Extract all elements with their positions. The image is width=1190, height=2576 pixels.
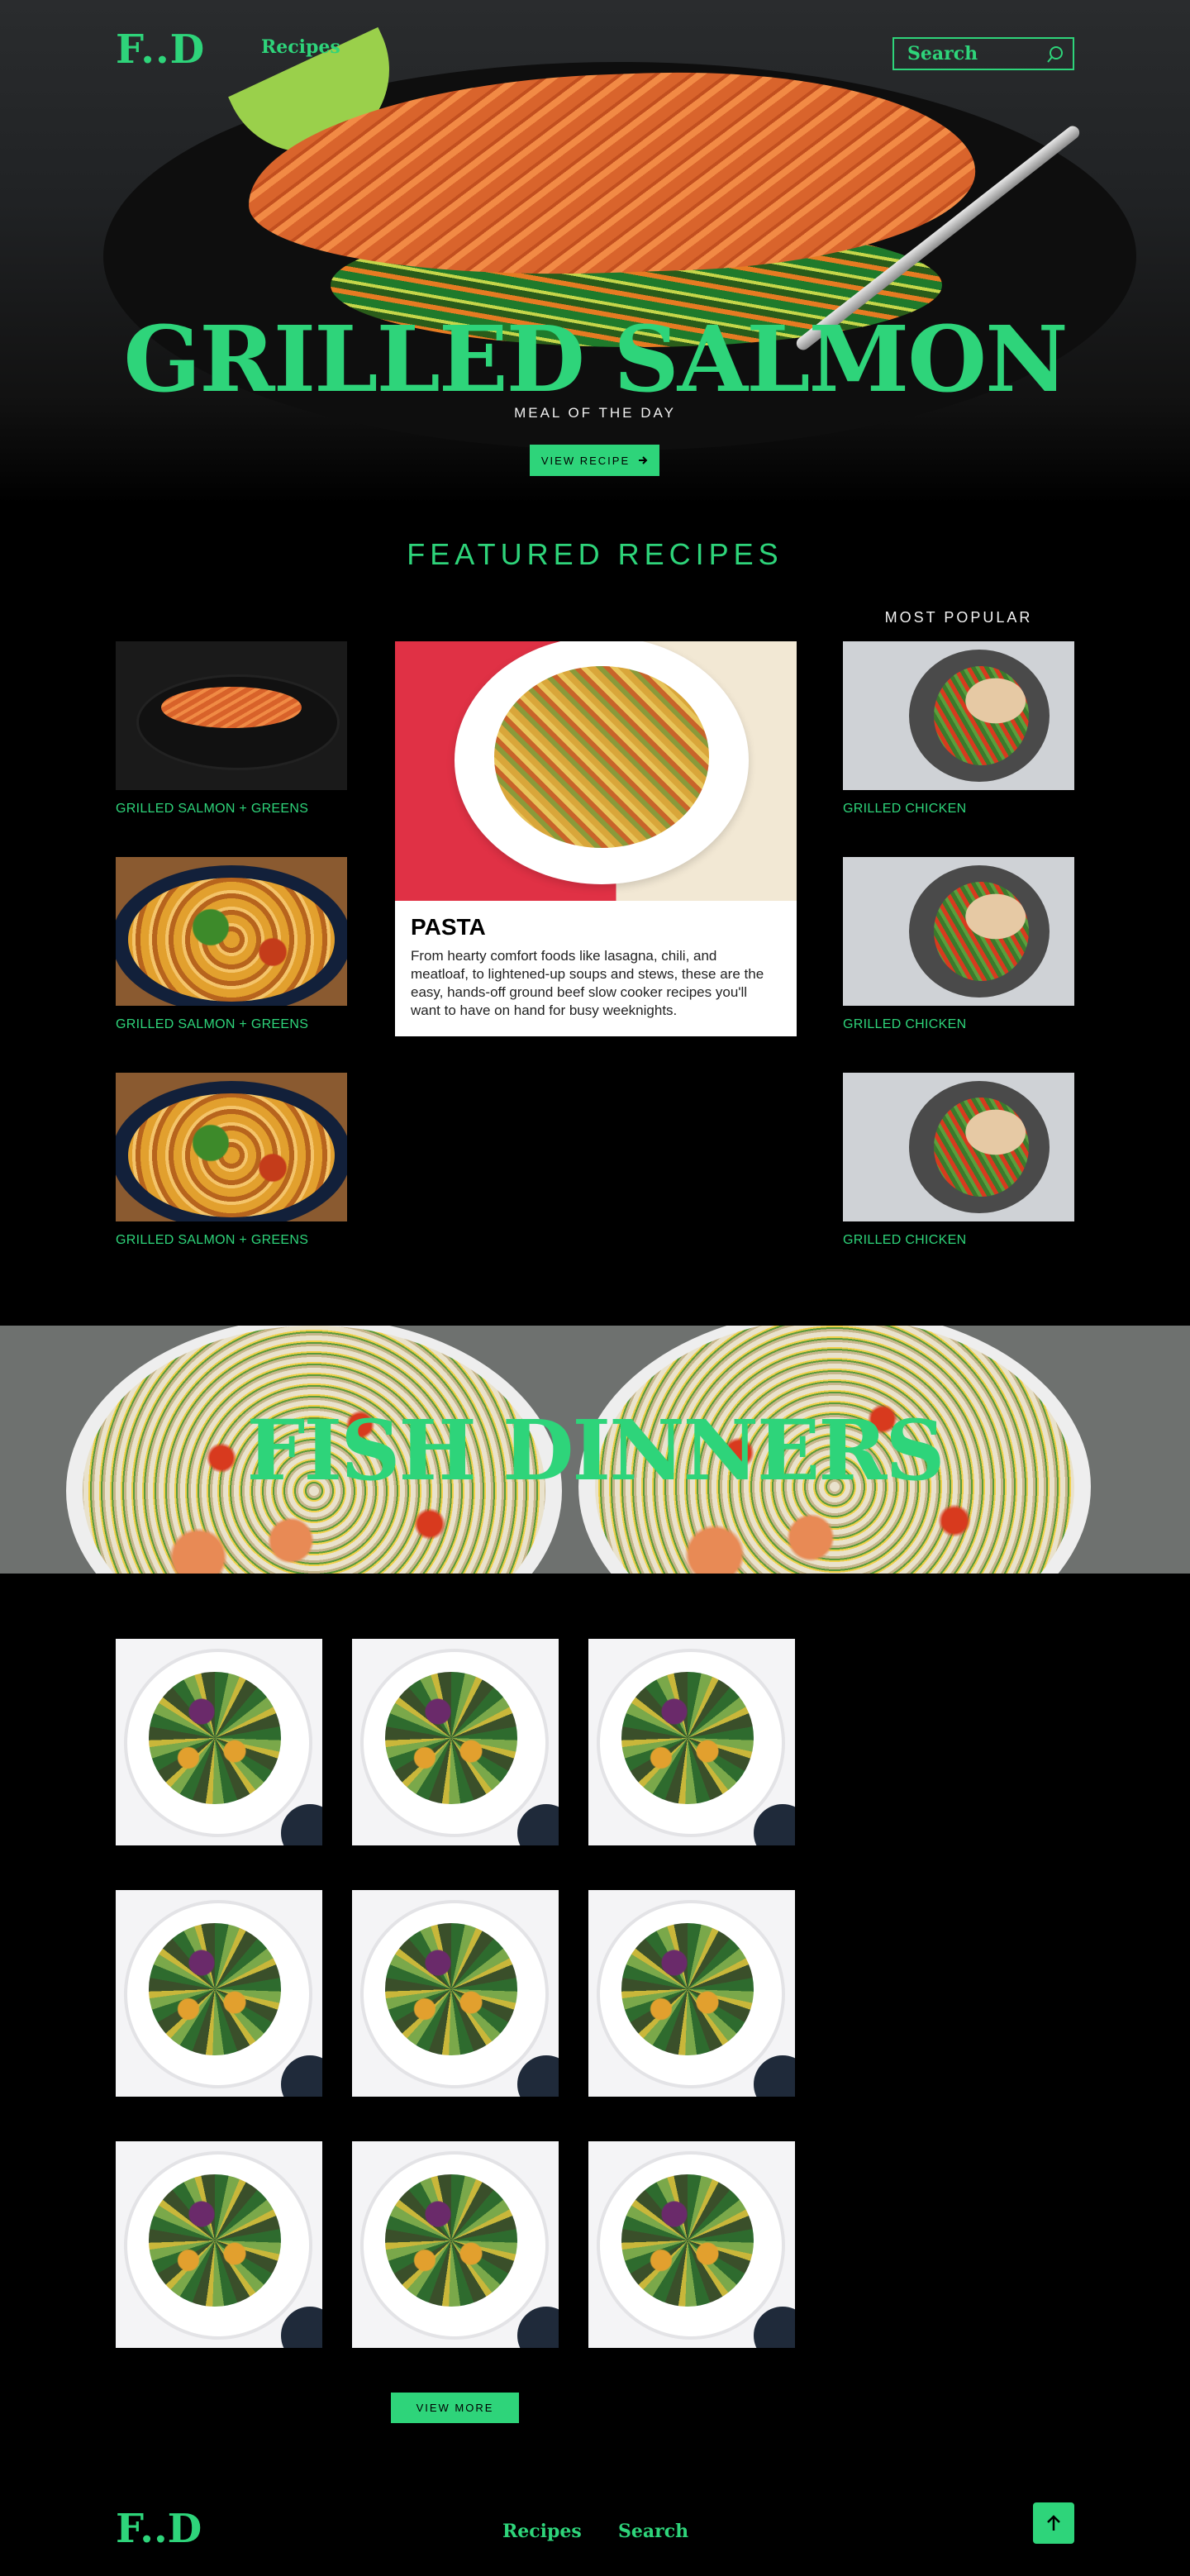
popular-card-label: GRILLED CHICKEN: [843, 802, 967, 816]
site-logo[interactable]: F..D: [116, 25, 205, 74]
view-recipe-label: VIEW RECIPE: [540, 454, 631, 467]
fish-recipe-tile[interactable]: [588, 1890, 795, 2097]
fish-recipe-tile[interactable]: [116, 2141, 322, 2348]
popular-card-label: GRILLED CHICKEN: [843, 1233, 967, 1247]
popular-card-label: GRILLED CHICKEN: [843, 1017, 967, 1031]
featured-recipe-card[interactable]: PASTA From hearty comfort foods like las…: [395, 641, 797, 1036]
arrow-right-icon: [639, 456, 648, 464]
pasta-image: [395, 641, 797, 901]
fish-recipe-tile[interactable]: [352, 1639, 559, 1845]
fish-recipe-tile[interactable]: [352, 1890, 559, 2097]
popular-thumbnail: [843, 857, 1074, 1006]
hero-subtitle: MEAL OF THE DAY: [514, 405, 676, 421]
popular-thumbnail: [843, 641, 1074, 790]
search-input[interactable]: [894, 39, 1043, 69]
back-to-top-button[interactable]: [1033, 2502, 1074, 2544]
featured-recipe-title: PASTA: [411, 914, 486, 940]
fish-recipe-tile[interactable]: [588, 1639, 795, 1845]
view-recipe-button[interactable]: VIEW RECIPE: [530, 445, 659, 476]
recipe-thumbnail: [116, 857, 347, 1006]
arrow-up-icon: [1047, 2515, 1060, 2531]
footer-link-recipes[interactable]: Recipes: [502, 2521, 582, 2542]
fish-recipe-tile[interactable]: [352, 2141, 559, 2348]
recipe-card[interactable]: GRILLED SALMON + GREENS: [116, 1073, 347, 1248]
featured-recipe-description: From hearty comfort foods like lasagna, …: [411, 948, 764, 1018]
featured-recipes-title: FEATURED RECIPES: [407, 537, 783, 571]
fish-recipe-tile[interactable]: [116, 1890, 322, 2097]
footer-logo[interactable]: F..D: [116, 2504, 202, 2554]
recipe-thumbnail: [116, 641, 347, 790]
popular-thumbnail: [843, 1073, 1074, 1221]
fish-dinners-title: FISH DINNERS: [246, 1402, 945, 1499]
recipe-card[interactable]: GRILLED SALMON + GREENS: [116, 857, 347, 1032]
recipe-card-label: GRILLED SALMON + GREENS: [116, 1017, 309, 1031]
search-icon[interactable]: [1046, 45, 1064, 64]
hero-title: GRILLED SALMON: [123, 306, 1068, 412]
search-box: [892, 37, 1074, 70]
view-more-button[interactable]: VIEW MORE: [391, 2393, 519, 2423]
fish-recipe-tile[interactable]: [588, 2141, 795, 2348]
nav-link-recipes[interactable]: Recipes: [261, 36, 340, 58]
footer-link-search[interactable]: Search: [618, 2521, 688, 2542]
recipe-card[interactable]: GRILLED SALMON + GREENS: [116, 641, 347, 817]
top-navigation: F..D Recipes: [0, 0, 1190, 99]
recipe-card-label: GRILLED SALMON + GREENS: [116, 802, 309, 816]
fish-recipe-tile[interactable]: [116, 1639, 322, 1845]
popular-card[interactable]: GRILLED CHICKEN: [843, 857, 1074, 1032]
popular-card[interactable]: GRILLED CHICKEN: [843, 1073, 1074, 1248]
recipe-card-label: GRILLED SALMON + GREENS: [116, 1233, 309, 1247]
most-popular-title: MOST POPULAR: [884, 609, 1033, 626]
recipe-thumbnail: [116, 1073, 347, 1221]
popular-card[interactable]: GRILLED CHICKEN: [843, 641, 1074, 817]
